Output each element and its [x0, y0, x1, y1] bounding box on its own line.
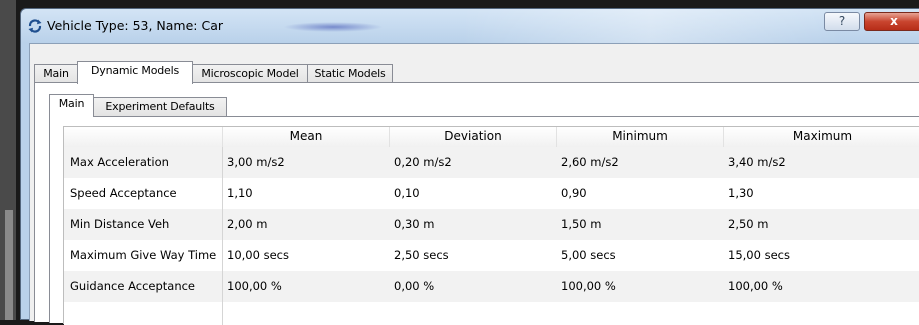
column-header-mean[interactable]: Mean [223, 127, 390, 147]
deviation-cell[interactable]: 0,20 m/s2 [390, 147, 557, 178]
row-header [64, 302, 223, 325]
window-title: Vehicle Type: 53, Name: Car [47, 18, 224, 33]
column-header-maximum[interactable]: Maximum [724, 127, 919, 147]
minimum-cell[interactable] [557, 302, 724, 325]
mean-cell[interactable]: 2,00 m [223, 209, 390, 240]
dynamic-models-panel: Main Experiment Defaults Mean Deviation … [34, 82, 919, 325]
help-icon: ? [838, 14, 846, 28]
subtab-experiment-defaults[interactable]: Experiment Defaults [93, 97, 227, 116]
maximum-cell[interactable]: 15,00 secs [724, 240, 919, 271]
minimum-cell[interactable]: 100,00 % [557, 271, 724, 302]
help-button[interactable]: ? [824, 12, 860, 31]
dialog-client-area: Main Dynamic Models Microscopic Model St… [29, 43, 919, 325]
table-row: Maximum Give Way Time 10,00 secs 2,50 se… [64, 240, 919, 271]
tab-label: Static Models [314, 67, 386, 80]
tab-label: Microscopic Model [201, 67, 299, 80]
minimum-cell[interactable]: 0,90 [557, 178, 724, 209]
mean-cell[interactable]: 1,10 [223, 178, 390, 209]
minimum-cell[interactable]: 5,00 secs [557, 240, 724, 271]
deviation-cell[interactable]: 0,00 % [390, 271, 557, 302]
minimum-cell[interactable]: 2,60 m/s2 [557, 147, 724, 178]
dynamic-parameters-table: Mean Deviation Minimum Maximum Max Accel… [63, 126, 919, 325]
deviation-cell[interactable] [390, 302, 557, 325]
mean-cell[interactable]: 3,00 m/s2 [223, 147, 390, 178]
table-row: Max Acceleration 3,00 m/s2 0,20 m/s2 2,6… [64, 147, 919, 178]
tab-dynamic-models[interactable]: Dynamic Models [77, 61, 193, 84]
main-subpanel: Mean Deviation Minimum Maximum Max Accel… [49, 116, 919, 325]
vehicle-type-dialog: Vehicle Type: 53, Name: Car ? x Main Dyn… [20, 8, 919, 325]
deviation-cell[interactable]: 0,30 m [390, 209, 557, 240]
mean-cell[interactable] [223, 302, 390, 325]
table-row: Min Distance Veh 2,00 m 0,30 m 1,50 m 2,… [64, 209, 919, 240]
close-button[interactable]: x [864, 12, 919, 31]
deviation-cell[interactable]: 0,10 [390, 178, 557, 209]
title-bar[interactable]: Vehicle Type: 53, Name: Car ? x [21, 9, 919, 43]
tab-label: Experiment Defaults [105, 100, 215, 113]
tab-label: Main [58, 97, 85, 110]
tab-microscopic-model[interactable]: Microscopic Model [192, 64, 308, 83]
column-header-minimum[interactable]: Minimum [557, 127, 724, 147]
tab-main[interactable]: Main [34, 64, 78, 83]
maximum-cell[interactable]: 3,40 m/s2 [724, 147, 919, 178]
maximum-cell[interactable]: 100,00 % [724, 271, 919, 302]
subtab-main[interactable]: Main [49, 94, 94, 117]
obscured-title-region [283, 22, 383, 32]
background-window-edge [0, 0, 16, 320]
table-row: Guidance Acceptance 100,00 % 0,00 % 100,… [64, 271, 919, 302]
table-row: Speed Acceptance 1,10 0,10 0,90 1,30 [64, 178, 919, 209]
row-header: Maximum Give Way Time [64, 240, 223, 271]
tab-label: Dynamic Models [91, 64, 179, 77]
row-header: Guidance Acceptance [64, 271, 223, 302]
table-header-row: Mean Deviation Minimum Maximum [64, 127, 919, 148]
mean-cell[interactable]: 10,00 secs [223, 240, 390, 271]
minimum-cell[interactable]: 1,50 m [557, 209, 724, 240]
mean-cell[interactable]: 100,00 % [223, 271, 390, 302]
maximum-cell[interactable] [724, 302, 919, 325]
row-header: Max Acceleration [64, 147, 223, 178]
refresh-cycle-icon [27, 18, 43, 34]
titlebar-glow [461, 9, 841, 43]
tab-static-models[interactable]: Static Models [307, 64, 393, 83]
maximum-cell[interactable]: 1,30 [724, 178, 919, 209]
close-icon: x [890, 14, 898, 28]
column-header-deviation[interactable]: Deviation [390, 127, 557, 147]
tab-label: Main [43, 67, 69, 80]
row-header: Speed Acceptance [64, 178, 223, 209]
deviation-cell[interactable]: 2,50 secs [390, 240, 557, 271]
table-row [64, 302, 919, 325]
row-header: Min Distance Veh [64, 209, 223, 240]
corner-header [64, 127, 223, 147]
maximum-cell[interactable]: 2,50 m [724, 209, 919, 240]
